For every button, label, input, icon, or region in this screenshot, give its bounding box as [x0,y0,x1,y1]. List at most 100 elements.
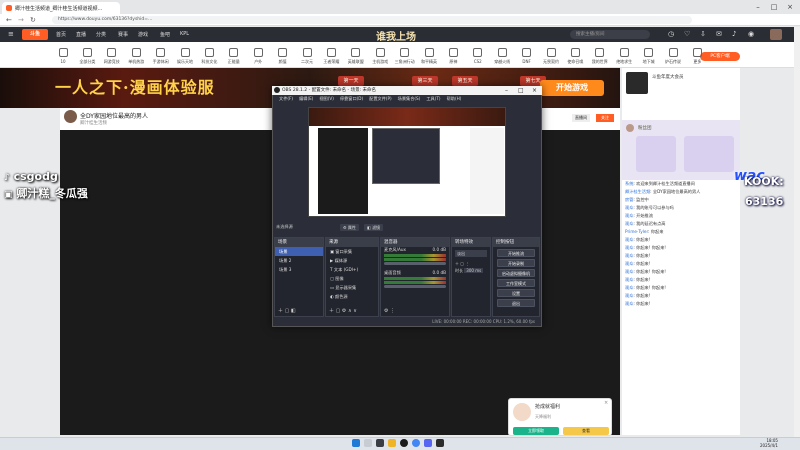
virtual-camera-button[interactable]: 启动虚拟摄像机 [497,269,535,277]
volume-slider[interactable] [384,285,446,288]
chat-app-icon[interactable] [424,439,432,447]
chat-message[interactable]: 观众: 你起来! 你起来! [622,268,740,276]
chat-message[interactable]: 观众: 你起来! [622,300,740,308]
obs-taskbar-icon[interactable] [400,439,408,447]
back-icon[interactable]: ← [6,16,12,24]
source-item[interactable]: ▭ 显示器采集 [326,283,378,292]
source-item[interactable]: T 文本 (GDI+) [326,265,378,274]
popup-close-icon[interactable]: × [604,400,608,406]
minimize-icon[interactable]: – [752,2,764,12]
source-item[interactable]: ▶ 媒体源 [326,256,378,265]
chat-list[interactable]: 系统: 欢迎来到卿汁桂生活频道直播间 卿汁桂生活频: 全DY家园地位最高的男人 房管… [622,180,740,400]
chat-message[interactable]: 观众: 开始推流 [622,212,740,220]
start-icon[interactable] [352,439,360,447]
popup-claim-button[interactable]: 立即领取 [513,427,559,435]
maximize-icon[interactable]: □ [768,2,780,12]
chat-message[interactable]: 观众: 你起来! 你起来! [622,244,740,252]
category-item[interactable]: 颜值 [272,48,294,65]
url-input[interactable]: https://www.douyu.com/63136?dyshid=... [52,16,692,24]
chat-message[interactable]: 观众: 我的延迟有点高 [622,220,740,228]
obs-menu-item[interactable]: 停靠窗口(D) [340,96,363,101]
right-ad[interactable]: 斗鱼年度大会员 [622,68,740,98]
category-item[interactable]: 科技文化 [198,48,220,65]
filters-button[interactable]: ◧ 滤镜 [364,224,384,231]
obs-minimize-icon[interactable]: – [505,86,508,95]
chrome-icon[interactable] [412,439,420,447]
nav-events[interactable]: 赛事 [118,31,128,38]
category-item[interactable]: 我的世界 [589,48,611,65]
obs-menu-item[interactable]: 视图(V) [319,96,334,101]
chat-message[interactable]: 观众: 你起来! [622,292,740,300]
source-item[interactable]: ▢ 图像 [326,274,378,283]
fan-club-panel[interactable]: 粉丝团 [622,120,740,180]
source-item[interactable]: ▣ 窗口采集 [326,247,378,256]
room-button-1[interactable]: 直播间 [572,114,590,122]
nav-home[interactable]: 首页 [56,31,66,38]
category-item[interactable]: 手游休闲 [150,48,172,65]
scene-item[interactable]: 场景 2 [275,256,323,265]
nav-yuba[interactable]: 鱼吧 [160,31,170,38]
volume-slider[interactable] [384,262,446,265]
category-item[interactable]: 户外 [247,48,269,65]
start-recording-button[interactable]: 开始录制 [497,259,535,267]
source-toolbar[interactable]: ＋ ▢ ⚙ ∧ ∨ [326,308,357,315]
avatar[interactable] [770,29,782,40]
follow-icon[interactable]: ♡ [684,30,690,38]
scene-item[interactable]: 场景 3 [275,265,323,274]
message-icon[interactable]: ✉ [716,30,722,38]
category-item[interactable]: 无畏契约 [540,48,562,65]
category-item[interactable]: 网游竞技 [101,48,123,65]
transition-select[interactable]: 淡出 [455,250,487,257]
taskview-icon[interactable] [376,439,384,447]
category-item[interactable]: 三角洲行动 [394,48,416,65]
streamer-avatar[interactable] [64,110,77,123]
category-item[interactable]: CS2 [467,48,489,64]
chat-message[interactable]: 卿汁桂生活频: 全DY家园地位最高的男人 [622,188,740,196]
studio-mode-button[interactable]: 工作室模式 [497,279,535,287]
category-item[interactable]: 英雄联盟 [345,48,367,65]
scene-toolbar[interactable]: ＋ ▢ ◧ [275,308,296,315]
search-input[interactable]: 搜索主播/房间 [570,30,650,39]
chat-username[interactable]: 卿汁桂生活频 [625,189,650,194]
site-logo[interactable]: 斗鱼 [22,29,48,40]
explorer-icon[interactable] [388,439,396,447]
reload-icon[interactable]: ↻ [30,16,36,24]
forward-icon[interactable]: → [18,16,24,24]
search-icon[interactable] [364,439,372,447]
chat-message[interactable]: 观众: 你起来! 你起来! [622,284,740,292]
obs-menu-item[interactable]: 文件(F) [279,96,293,101]
popup-view-button[interactable]: 查看 [563,427,609,435]
chat-message[interactable]: 系统: 欢迎来到卿汁桂生活频道直播间 [622,180,740,188]
properties-button[interactable]: ⚙ 属性 [340,224,359,231]
category-item[interactable]: 使命召唤 [564,48,586,65]
chat-username[interactable]: Prime·Tyler [625,229,648,234]
obs-menu-item[interactable]: 帮助(H) [447,96,462,101]
scene-item[interactable]: 场景 [275,247,323,256]
category-item[interactable]: DNF [516,48,538,64]
chat-message[interactable]: 观众: 我的账号可以参与吗 [622,204,740,212]
start-game-button[interactable]: 开始游戏 [540,80,604,96]
category-item[interactable]: 绝地求生 [613,48,635,65]
category-item[interactable]: 全部分类 [76,48,98,65]
chat-message[interactable]: 观众: 你起来! [622,252,740,260]
broadcast-icon[interactable]: ◉ [748,30,754,38]
obs-menu-item[interactable]: 编辑(E) [299,96,313,101]
nav-kpl[interactable]: KPL [180,31,189,37]
chat-message[interactable]: 观众: 你起来! [622,276,740,284]
transition-toolbar[interactable]: ＋ ▢ ⋮ [452,260,490,267]
system-clock[interactable]: 18:05 2025/4/1 [760,438,778,448]
page-scrollbar[interactable] [794,27,800,437]
browser-tab[interactable]: 卿汁桂生活频道_卿汁桂生活频道视频... [2,2,120,14]
follow-button[interactable]: 关注 [596,114,614,122]
chat-message[interactable]: Prime·Tyler: 你起来 [622,228,740,236]
category-item[interactable]: 地下城 [638,48,660,65]
close-icon[interactable]: × [784,2,796,12]
category-item[interactable]: 主机游戏 [369,48,391,65]
chat-message[interactable]: 观众: 你起来! [622,236,740,244]
obs-title-bar[interactable]: OBS 28.1.2 - 配置文件: 未命名 - 场景: 未命名 [272,86,542,95]
exit-button[interactable]: 退出 [497,299,535,307]
category-item[interactable]: 和平精英 [418,48,440,65]
menu-icon[interactable]: ≡ [8,30,14,38]
chat-message[interactable]: 房管: 监控中 [622,196,740,204]
obs-menu-item[interactable]: 场景集合(S) [398,96,421,101]
